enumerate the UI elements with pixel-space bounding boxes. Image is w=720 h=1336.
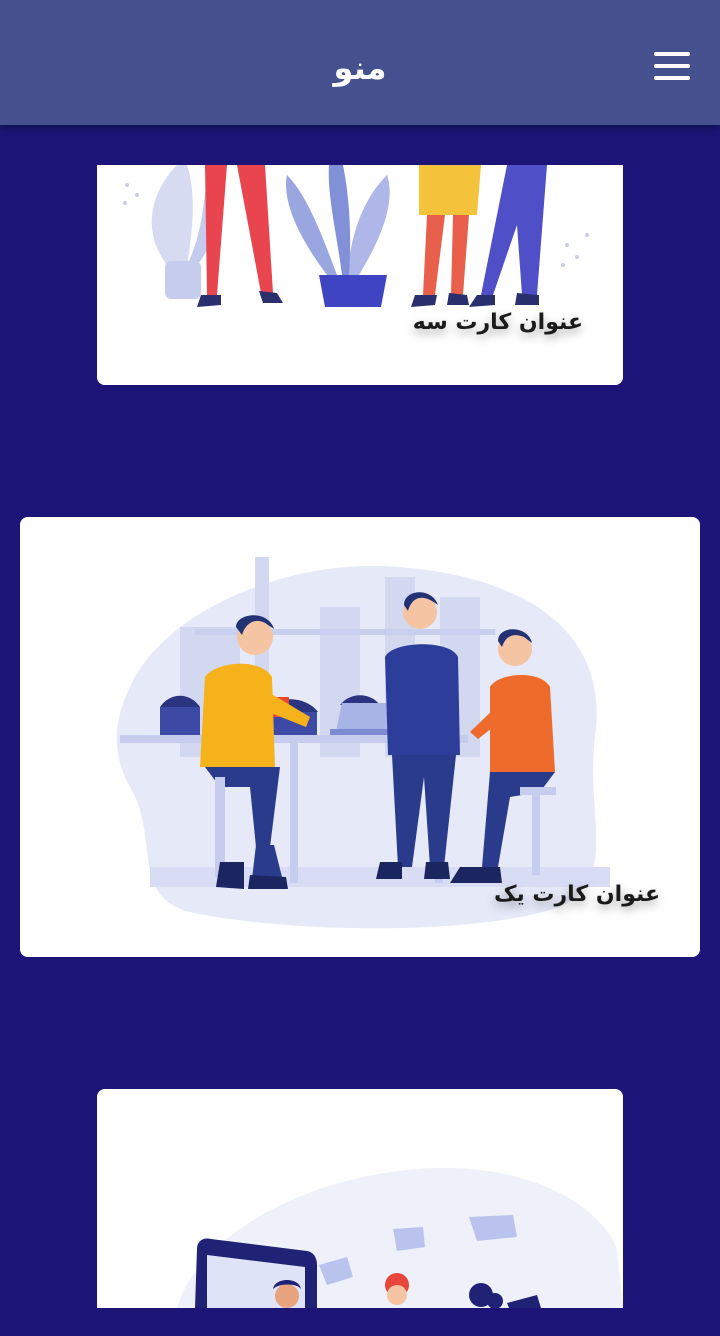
card-two[interactable] xyxy=(97,1089,623,1308)
card-three[interactable]: عنوان کارت سه xyxy=(97,165,623,385)
app-bar: منو xyxy=(0,0,720,125)
app-bar-title: منو xyxy=(333,49,387,87)
card-one[interactable]: عنوان کارت یک xyxy=(20,517,700,957)
hamburger-menu-icon[interactable] xyxy=(654,52,694,82)
people-with-plants-illustration xyxy=(97,165,623,385)
card-title: عنوان کارت یک xyxy=(493,882,660,907)
social-media-phone-illustration xyxy=(97,1089,623,1308)
card-title: عنوان کارت سه xyxy=(412,310,583,335)
